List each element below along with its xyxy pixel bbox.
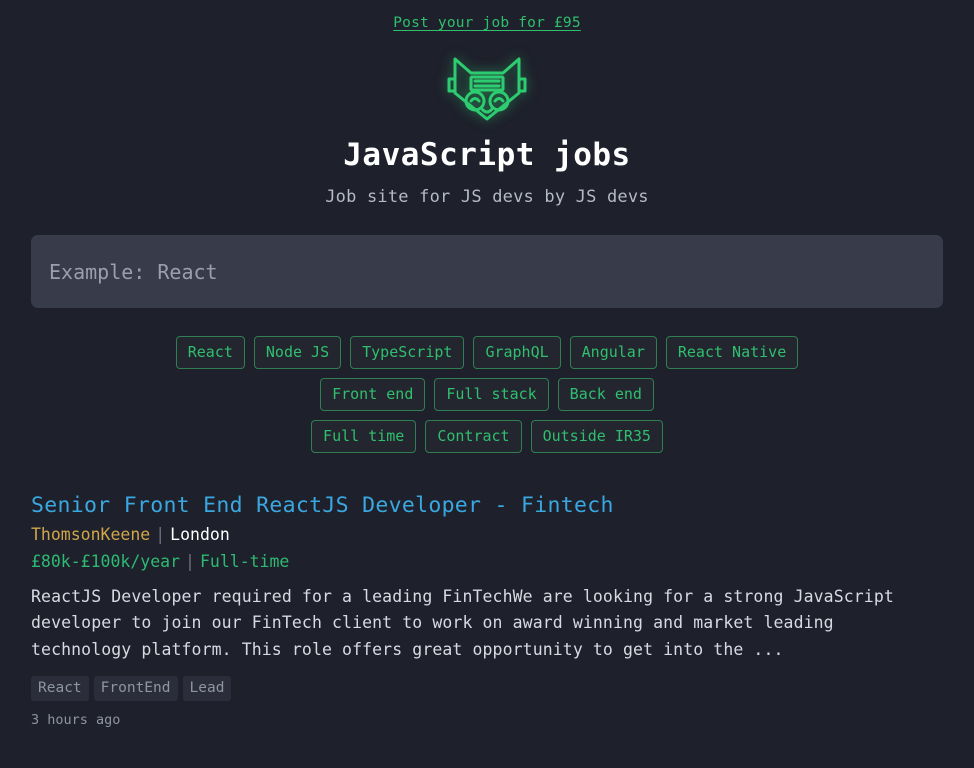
job-company-location: ThomsonKeene | London	[31, 524, 943, 546]
filter-tag-react[interactable]: React	[175, 336, 245, 369]
filter-tag-react-native[interactable]: React Native	[665, 336, 799, 369]
job-description: ReactJS Developer required for a leading…	[31, 586, 894, 659]
job-contract-type: Full-time	[199, 552, 290, 572]
filter-tag-full-time[interactable]: Full time	[311, 420, 417, 453]
page-root: Post your job for £95 JavaScript jobs Jo…	[0, 0, 974, 768]
filter-row-contract: Full time Contract Outside IR35	[0, 420, 974, 453]
meta-separator: |	[155, 525, 166, 544]
post-job-link[interactable]: Post your job for £95	[393, 15, 581, 31]
search-section	[0, 235, 974, 308]
filter-tag-graphql[interactable]: GraphQL	[473, 336, 561, 369]
filter-row-roles: Front end Full stack Back end	[0, 378, 974, 411]
job-company[interactable]: ThomsonKeene	[31, 525, 150, 544]
job-posted-time: 3 hours ago	[31, 711, 121, 728]
job-tag-group: React FrontEnd Lead	[31, 675, 943, 701]
job-tag-frontend[interactable]: FrontEnd	[93, 675, 178, 701]
job-tag-lead[interactable]: Lead	[182, 675, 232, 701]
filter-tag-front-end[interactable]: Front end	[320, 378, 426, 411]
job-salary: £80k-£100k/year	[31, 552, 181, 572]
filter-tag-rows: React Node JS TypeScript GraphQL Angular…	[0, 336, 974, 453]
filter-tag-outside-ir35[interactable]: Outside IR35	[530, 420, 663, 453]
page-subtitle: Job site for JS devs by JS devs	[325, 187, 649, 207]
filter-tag-node-js[interactable]: Node JS	[253, 336, 342, 369]
filter-tag-full-stack[interactable]: Full stack	[434, 378, 549, 411]
filter-tag-angular[interactable]: Angular	[569, 336, 657, 369]
job-salary-type: £80k-£100k/year | Full-time	[31, 551, 943, 573]
job-location: London	[170, 525, 230, 544]
job-listing-card[interactable]: Senior Front End ReactJS Developer - Fin…	[31, 493, 943, 738]
filter-tag-back-end[interactable]: Back end	[557, 378, 654, 411]
terms-separator: |	[185, 552, 195, 572]
job-list: Senior Front End ReactJS Developer - Fin…	[0, 493, 974, 738]
filter-tag-typescript[interactable]: TypeScript	[350, 336, 465, 369]
top-bar: Post your job for £95	[0, 0, 974, 31]
filter-tag-contract[interactable]: Contract	[425, 420, 522, 453]
robot-cat-logo-icon	[447, 57, 527, 121]
site-logo	[0, 43, 974, 127]
filter-row-technologies: React Node JS TypeScript GraphQL Angular…	[0, 336, 974, 369]
search-input[interactable]	[31, 235, 943, 308]
page-title: JavaScript jobs	[343, 137, 631, 173]
job-title-link[interactable]: Senior Front End ReactJS Developer - Fin…	[31, 493, 614, 518]
job-tag-react[interactable]: React	[31, 675, 89, 701]
